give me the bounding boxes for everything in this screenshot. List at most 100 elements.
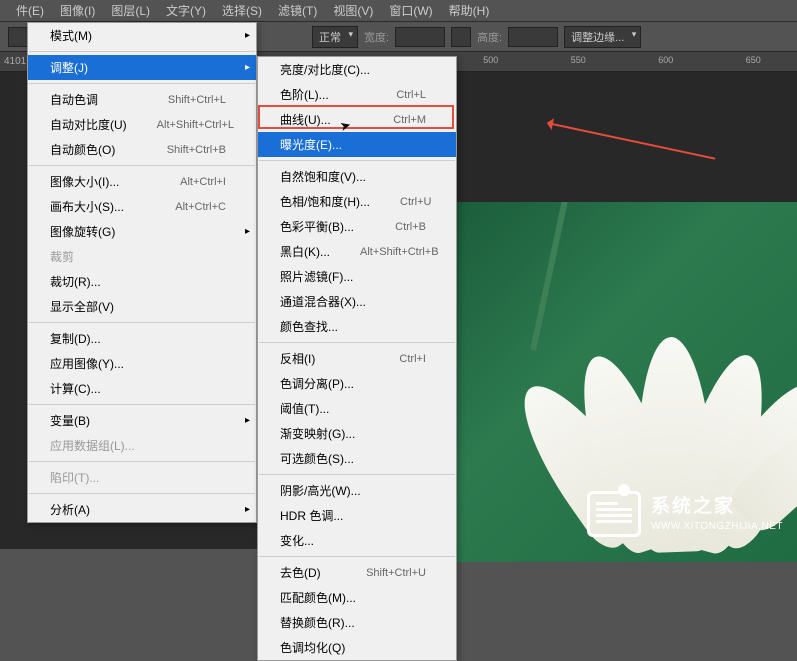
adjust-menu-item-label: 阴影/高光(W)... xyxy=(280,482,361,499)
image-menu-item-label: 计算(C)... xyxy=(50,380,101,397)
image-menu-item-0[interactable]: 模式(M) xyxy=(28,23,256,48)
adjust-menu-item-shortcut: Alt+Shift+Ctrl+B xyxy=(360,246,439,258)
image-menu-item-9[interactable]: 画布大小(S)...Alt+Ctrl+C xyxy=(28,194,256,219)
image-menu-item-8[interactable]: 图像大小(I)...Alt+Ctrl+I xyxy=(28,169,256,194)
menu-layer[interactable]: 图层(L) xyxy=(103,0,158,21)
adjust-menu-item-3[interactable]: 曝光度(E)... xyxy=(258,132,456,157)
image-menu-item-label: 自动对比度(U) xyxy=(50,116,127,133)
adjust-menu-item-8[interactable]: 黑白(K)...Alt+Shift+Ctrl+B xyxy=(258,239,456,264)
adjust-menu-separator xyxy=(259,556,455,557)
adjust-menu-item-26[interactable]: 色调均化(Q) xyxy=(258,635,456,660)
adjust-menu-item-label: 匹配颜色(M)... xyxy=(280,589,356,606)
adjust-menu-item-25[interactable]: 替换颜色(R)... xyxy=(258,610,456,635)
adjust-menu-item-23[interactable]: 去色(D)Shift+Ctrl+U xyxy=(258,560,456,585)
image-menu-item-24[interactable]: 分析(A) xyxy=(28,497,256,522)
image-menu-item-6[interactable]: 自动颜色(O)Shift+Ctrl+B xyxy=(28,137,256,162)
menubar: 件(E) 图像(I) 图层(L) 文字(Y) 选择(S) 滤镜(T) 视图(V)… xyxy=(0,0,797,22)
adjust-menu-item-label: 变化... xyxy=(280,532,314,549)
image-menu-item-22: 陷印(T)... xyxy=(28,465,256,490)
image-menu-item-13[interactable]: 显示全部(V) xyxy=(28,294,256,319)
image-menu-item-16[interactable]: 应用图像(Y)... xyxy=(28,351,256,376)
tool-icon-1[interactable] xyxy=(8,27,28,47)
adjust-menu-item-label: 色调分离(P)... xyxy=(280,375,354,392)
image-menu-item-19[interactable]: 变量(B) xyxy=(28,408,256,433)
adjust-menu-item-6[interactable]: 色相/饱和度(H)... Ctrl+U xyxy=(258,189,456,214)
adjust-menu-item-21[interactable]: 变化... xyxy=(258,528,456,553)
adjust-menu-item-24[interactable]: 匹配颜色(M)... xyxy=(258,585,456,610)
adjust-menu-item-16[interactable]: 渐变映射(G)... xyxy=(258,421,456,446)
adjust-menu-item-shortcut: Ctrl+M xyxy=(393,114,426,126)
menu-select[interactable]: 选择(S) xyxy=(214,0,270,21)
adjust-menu-item-19[interactable]: 阴影/高光(W)... xyxy=(258,478,456,503)
menu-window[interactable]: 窗口(W) xyxy=(381,0,440,21)
menu-text[interactable]: 文字(Y) xyxy=(158,0,214,21)
adjust-menu-item-5[interactable]: 自然饱和度(V)... xyxy=(258,164,456,189)
adjust-menu-item-label: 色彩平衡(B)... xyxy=(280,218,354,235)
adjust-menu-separator xyxy=(259,474,455,475)
adjust-menu-separator xyxy=(259,342,455,343)
menu-image[interactable]: 图像(I) xyxy=(52,0,103,21)
image-menu-item-label: 裁剪 xyxy=(50,248,74,265)
adjust-menu-item-label: 色相/饱和度(H)... xyxy=(280,193,370,210)
watermark: 系统之家 WWW.XITONGZHIJIA.NET xyxy=(587,491,783,537)
watermark-text: 系统之家 WWW.XITONGZHIJIA.NET xyxy=(651,495,783,533)
adjust-menu-item-7[interactable]: 色彩平衡(B)... Ctrl+B xyxy=(258,214,456,239)
image-menu-item-shortcut: Alt+Ctrl+C xyxy=(175,201,226,213)
adjust-menu-item-10[interactable]: 通道混合器(X)... xyxy=(258,289,456,314)
image-menu-item-label: 应用图像(Y)... xyxy=(50,355,124,372)
image-menu-item-label: 陷印(T)... xyxy=(50,469,99,486)
adjust-menu-item-shortcut: Ctrl+L xyxy=(396,89,426,101)
menu-view[interactable]: 视图(V) xyxy=(325,0,381,21)
image-menu-item-12[interactable]: 裁切(R)... xyxy=(28,269,256,294)
image-menu-item-17[interactable]: 计算(C)... xyxy=(28,376,256,401)
height-label: 高度: xyxy=(477,29,502,45)
height-input[interactable] xyxy=(508,27,558,47)
image-menu-item-5[interactable]: 自动对比度(U)Alt+Shift+Ctrl+L xyxy=(28,112,256,137)
adjust-menu-item-1[interactable]: 色阶(L)...Ctrl+L xyxy=(258,82,456,107)
adjust-menu-item-shortcut: Ctrl+I xyxy=(399,353,426,365)
adjust-menu-item-label: 可选颜色(S)... xyxy=(280,450,354,467)
adjust-menu-item-2[interactable]: 曲线(U)...Ctrl+M xyxy=(258,107,456,132)
image-menu-item-label: 调整(J) xyxy=(50,59,88,76)
blend-mode-dropdown[interactable]: 正常 xyxy=(312,26,358,48)
adjust-menu-item-14[interactable]: 色调分离(P)... xyxy=(258,371,456,396)
swap-wh-icon[interactable] xyxy=(451,27,471,47)
adjust-menu-item-17[interactable]: 可选颜色(S)... xyxy=(258,446,456,471)
image-menu-item-label: 应用数据组(L)... xyxy=(50,437,135,454)
image-menu-item-label: 自动颜色(O) xyxy=(50,141,115,158)
image-menu-item-label: 分析(A) xyxy=(50,501,90,518)
adjust-menu-item-label: 阈值(T)... xyxy=(280,400,329,417)
image-menu-item-15[interactable]: 复制(D)... xyxy=(28,326,256,351)
image-menu-item-11: 裁剪 xyxy=(28,244,256,269)
adjust-menu-item-11[interactable]: 颜色查找... xyxy=(258,314,456,339)
adjust-menu-item-0[interactable]: 亮度/对比度(C)... xyxy=(258,57,456,82)
image-menu-separator xyxy=(29,165,255,166)
image-menu-item-label: 显示全部(V) xyxy=(50,298,114,315)
adjust-menu-item-label: 颜色查找... xyxy=(280,318,338,335)
image-menu-item-10[interactable]: 图像旋转(G) xyxy=(28,219,256,244)
refine-edge-button[interactable]: 调整边缘... xyxy=(564,26,641,48)
adjust-menu-item-9[interactable]: 照片滤镜(F)... xyxy=(258,264,456,289)
watermark-en: WWW.XITONGZHIJIA.NET xyxy=(651,520,783,533)
adjust-menu-item-label: HDR 色调... xyxy=(280,507,343,524)
adjust-menu-item-shortcut: Shift+Ctrl+U xyxy=(366,567,426,579)
image-menu-item-shortcut: Shift+Ctrl+L xyxy=(168,94,226,106)
adjust-menu-item-shortcut: Ctrl+U xyxy=(400,196,431,208)
adjust-menu-item-label: 渐变映射(G)... xyxy=(280,425,355,442)
menu-help[interactable]: 帮助(H) xyxy=(441,0,498,21)
adjust-menu-item-15[interactable]: 阈值(T)... xyxy=(258,396,456,421)
adjust-menu-item-13[interactable]: 反相(I)Ctrl+I xyxy=(258,346,456,371)
width-input[interactable] xyxy=(395,27,445,47)
image-menu-item-label: 模式(M) xyxy=(50,27,92,44)
menu-filter[interactable]: 滤镜(T) xyxy=(270,0,325,21)
image-menu-item-2[interactable]: 调整(J) xyxy=(28,55,256,80)
watermark-cn: 系统之家 xyxy=(651,495,783,520)
image-menu-item-4[interactable]: 自动色调Shift+Ctrl+L xyxy=(28,87,256,112)
adjust-menu-item-label: 曝光度(E)... xyxy=(280,136,342,153)
adjust-menu-separator xyxy=(259,160,455,161)
image-menu-separator xyxy=(29,322,255,323)
menu-file[interactable]: 件(E) xyxy=(8,0,52,21)
adjust-menu-item-20[interactable]: HDR 色调... xyxy=(258,503,456,528)
adjust-menu-item-shortcut: Ctrl+B xyxy=(395,221,426,233)
image-menu-item-label: 图像旋转(G) xyxy=(50,223,115,240)
